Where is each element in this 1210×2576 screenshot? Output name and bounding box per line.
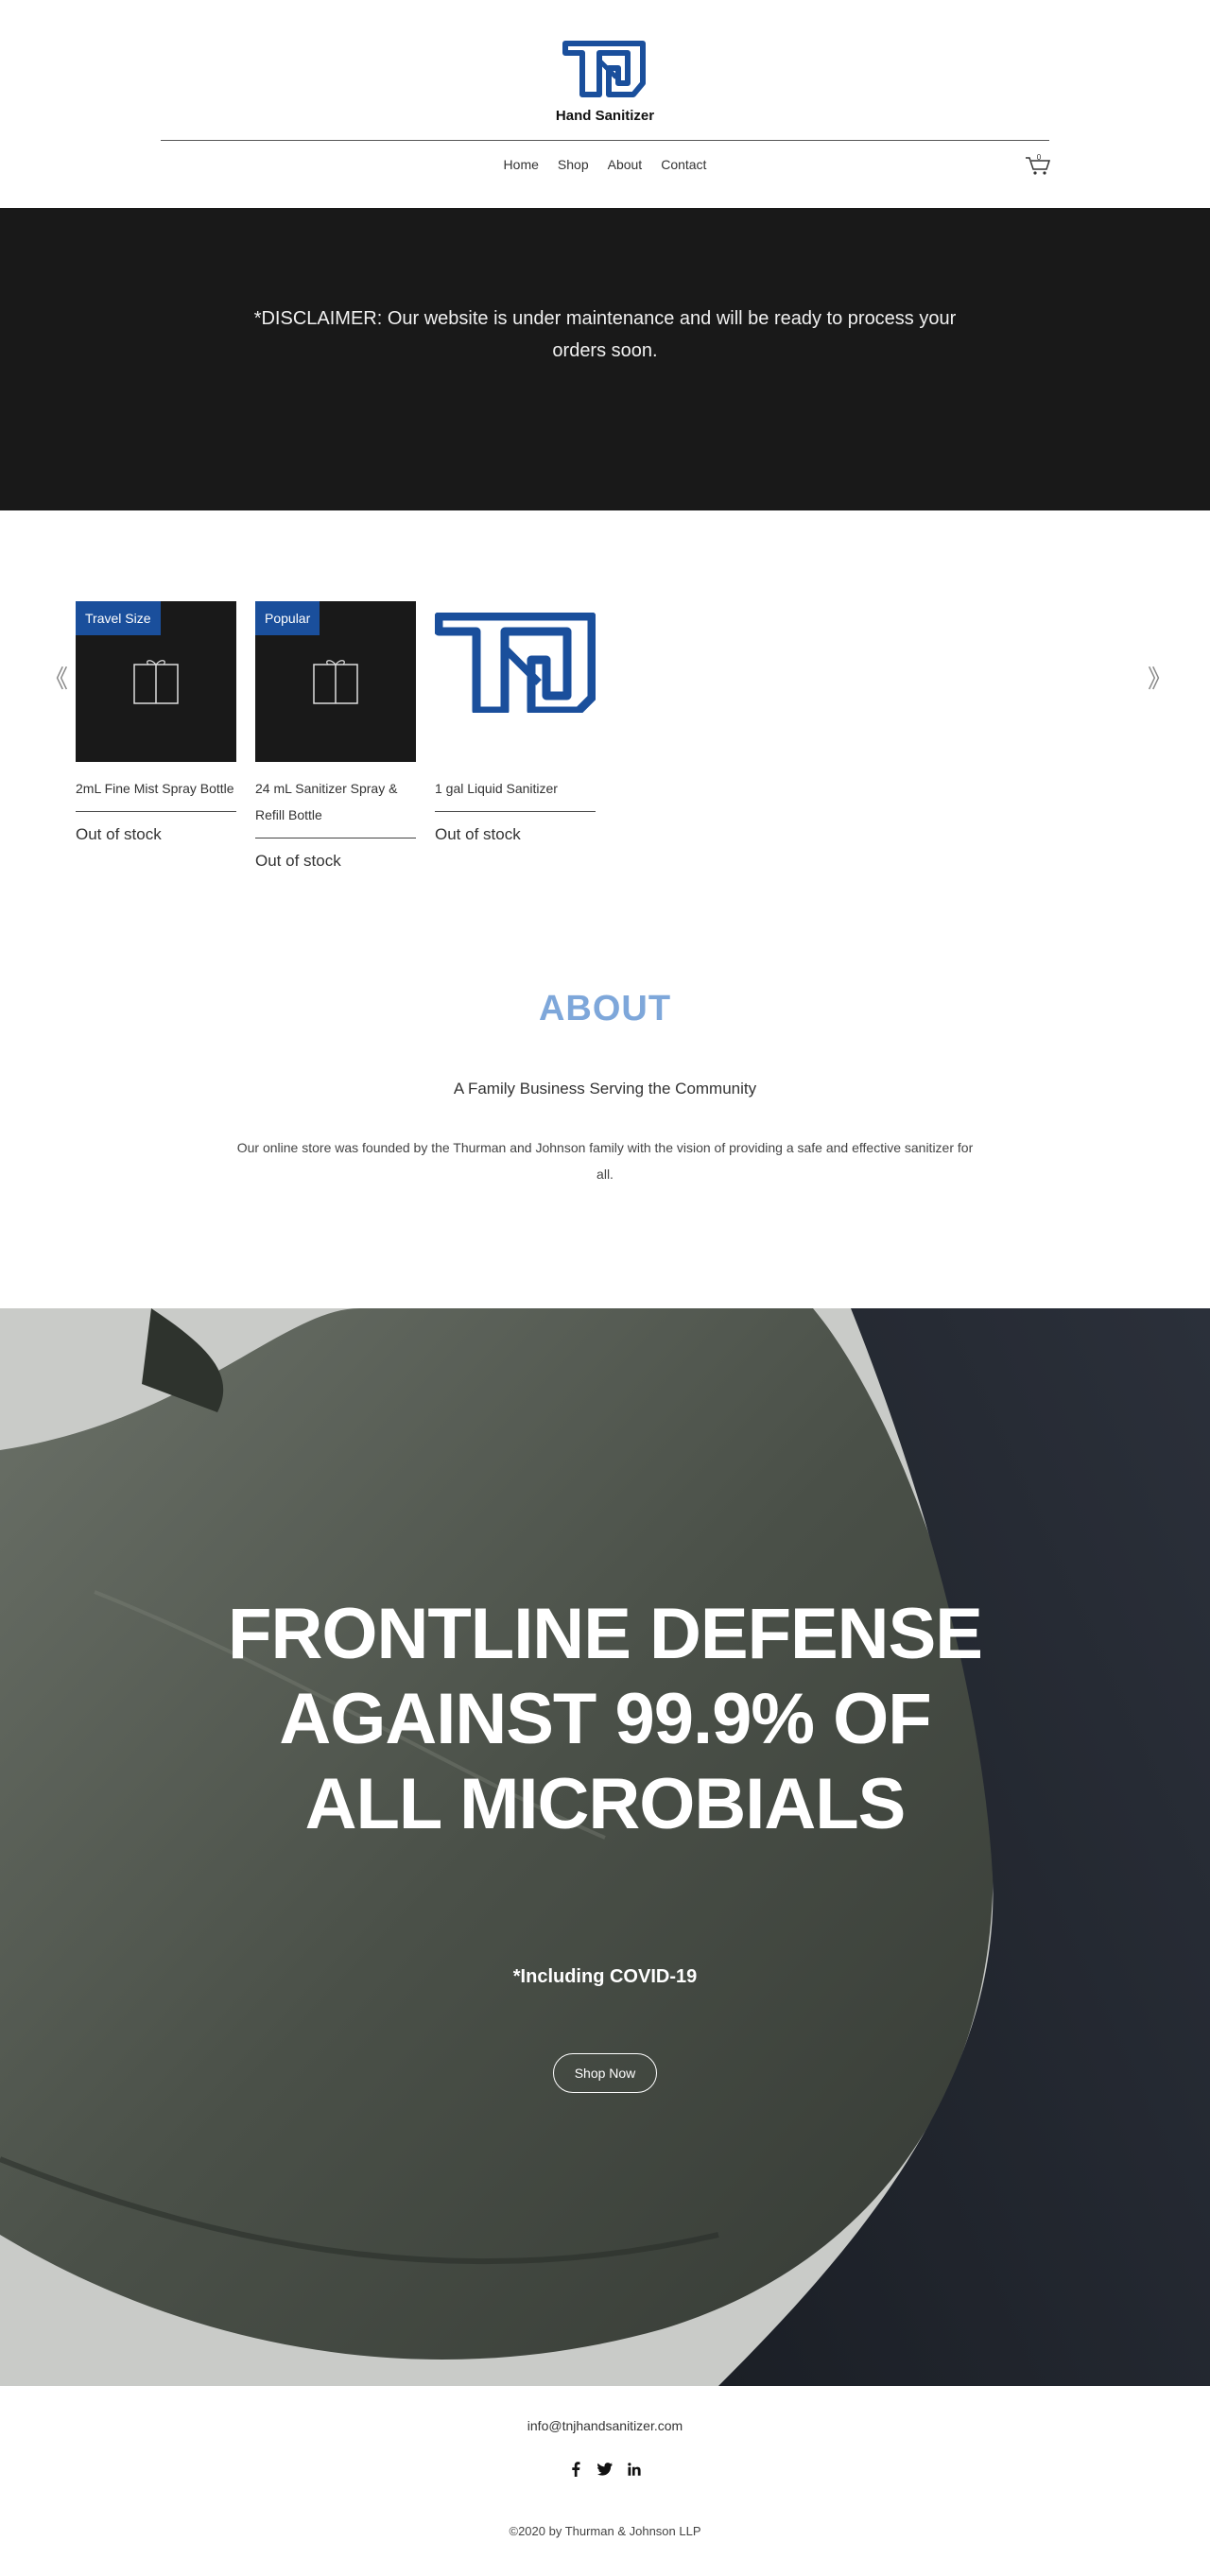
product-image[interactable]: [435, 601, 596, 762]
cart-count: 0: [1037, 153, 1042, 162]
header-divider: [161, 140, 1049, 141]
disclaimer-band: *DISCLAIMER: Our website is under mainte…: [0, 208, 1210, 510]
product-status: Out of stock: [435, 825, 521, 843]
product-image[interactable]: Popular: [255, 601, 416, 762]
product-ribbon: Travel Size: [76, 601, 161, 635]
shop-now-button[interactable]: Shop Now: [553, 2053, 657, 2093]
nav-about[interactable]: About: [608, 157, 643, 172]
copyright: ©2020 by Thurman & Johnson LLP: [509, 2524, 701, 2538]
about-subtitle: A Family Business Serving the Community: [453, 1080, 757, 1098]
linkedin-icon[interactable]: [626, 2461, 643, 2478]
gallery-prev-arrow[interactable]: 《: [43, 660, 68, 695]
product-image[interactable]: Travel Size: [76, 601, 236, 762]
nav-contact[interactable]: Contact: [661, 157, 706, 172]
product-name[interactable]: 2mL Fine Mist Spray Bottle: [76, 775, 236, 802]
product-divider: [76, 811, 236, 812]
product-divider: [435, 811, 596, 812]
tnj-logo[interactable]: [562, 40, 648, 98]
social-links: [567, 2460, 643, 2479]
hero-title: FRONTLINE DEFENSE AGAINST 99.9% OF ALL M…: [228, 1594, 983, 1844]
product-name[interactable]: 24 mL Sanitizer Spray & Refill Bottle: [255, 775, 416, 828]
about-title: ABOUT: [538, 989, 672, 1029]
product-card[interactable]: 1 gal Liquid Sanitizer Out of stock: [435, 601, 596, 844]
gift-icon: [133, 660, 179, 704]
product-status: Out of stock: [255, 852, 341, 870]
about-body: Our online store was founded by the Thur…: [236, 1140, 974, 1182]
hero-section: FRONTLINE DEFENSE AGAINST 99.9% OF ALL M…: [0, 1308, 1210, 2386]
product-status: Out of stock: [76, 825, 162, 843]
hero-note: *Including COVID-19: [512, 1966, 698, 1987]
footer-email[interactable]: info@tnjhandsanitizer.com: [0, 2418, 1210, 2433]
hero-elbow-bump-image: [0, 1308, 1210, 2386]
disclaimer-text: *DISCLAIMER: Our website is under mainte…: [253, 308, 957, 361]
facebook-icon[interactable]: [567, 2461, 584, 2478]
product-ribbon: Popular: [255, 601, 320, 635]
nav-shop[interactable]: Shop: [558, 157, 589, 172]
gift-icon: [313, 660, 358, 704]
tnj-logo-image: [435, 613, 596, 713]
cart-icon[interactable]: 0: [1025, 153, 1051, 176]
site-header: Hand Sanitizer Home Shop About Contact 0: [0, 0, 1210, 208]
product-name[interactable]: 1 gal Liquid Sanitizer: [435, 775, 596, 802]
brand-name: Hand Sanitizer: [555, 108, 655, 124]
nav-home[interactable]: Home: [504, 157, 539, 172]
gallery-next-arrow[interactable]: 》: [1148, 660, 1172, 695]
product-card[interactable]: Popular 24 mL Sanitizer Spray & Refill B…: [255, 601, 416, 871]
twitter-icon[interactable]: [596, 2461, 614, 2478]
product-card[interactable]: Travel Size 2mL Fine Mist Spray Bottle O…: [76, 601, 236, 844]
